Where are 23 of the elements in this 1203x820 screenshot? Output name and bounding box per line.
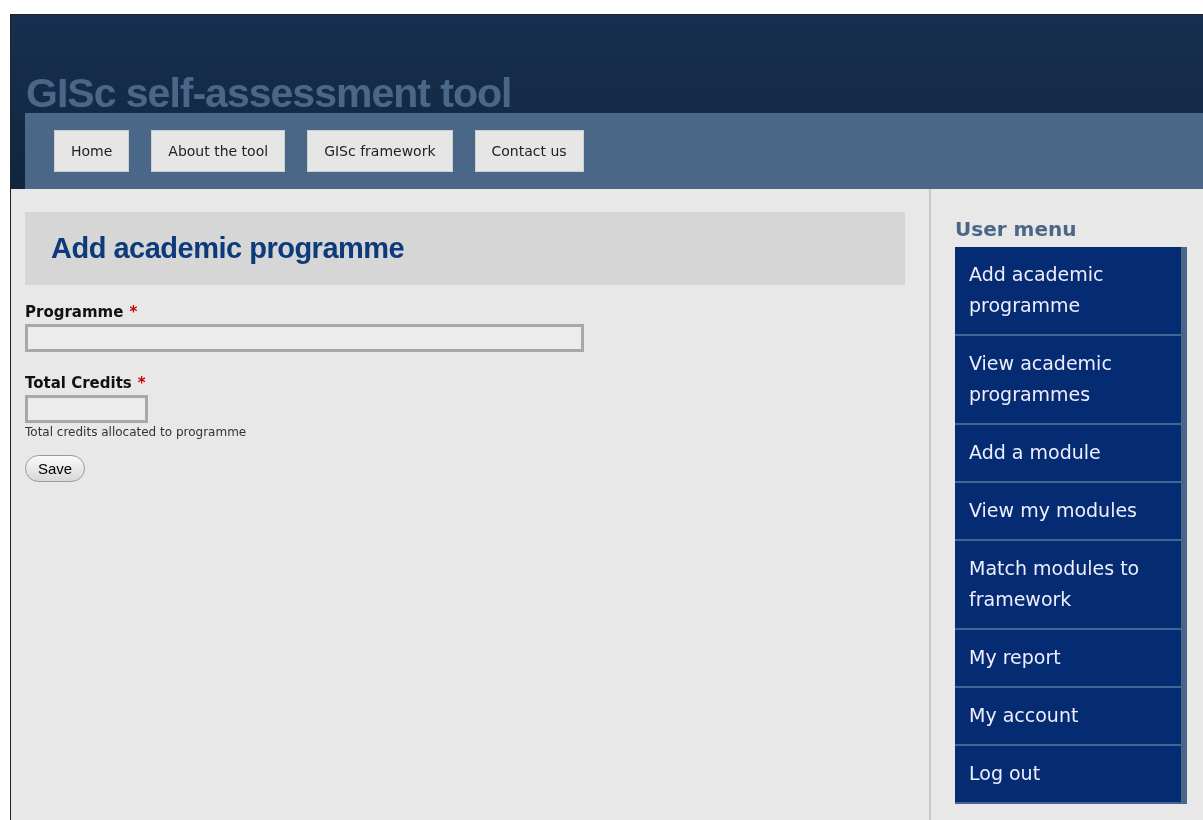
menu-item[interactable]: My account: [955, 688, 1181, 746]
menu-item[interactable]: View academic programmes: [955, 336, 1181, 425]
required-mark: *: [137, 374, 146, 392]
field-label: Total Credits: [25, 374, 132, 392]
menu-item[interactable]: My report: [955, 630, 1181, 688]
nav-button[interactable]: GISc framework: [307, 130, 453, 172]
nav-button[interactable]: Home: [54, 130, 130, 172]
menu-item[interactable]: Match modules to framework: [955, 541, 1181, 630]
field-label: Programme: [25, 303, 124, 321]
menu-item[interactable]: Log out: [955, 746, 1181, 804]
save-button[interactable]: Save: [25, 455, 86, 482]
user-menu-title: User menu: [955, 217, 1078, 241]
field-description: Total credits allocated to programme: [25, 425, 247, 439]
required-mark: *: [129, 303, 138, 321]
menu-item[interactable]: Add a module: [955, 425, 1181, 483]
nav-button[interactable]: Contact us: [474, 130, 584, 172]
input-field[interactable]: [25, 324, 584, 352]
input-field[interactable]: [25, 395, 148, 423]
nav-button[interactable]: About the tool: [151, 130, 286, 172]
site-title: GISc self-assessment tool: [25, 73, 512, 113]
menu-item[interactable]: View my modules: [955, 483, 1181, 541]
page-title: Add academic programme: [51, 232, 405, 265]
menu-item[interactable]: Add academic programme: [955, 247, 1181, 336]
